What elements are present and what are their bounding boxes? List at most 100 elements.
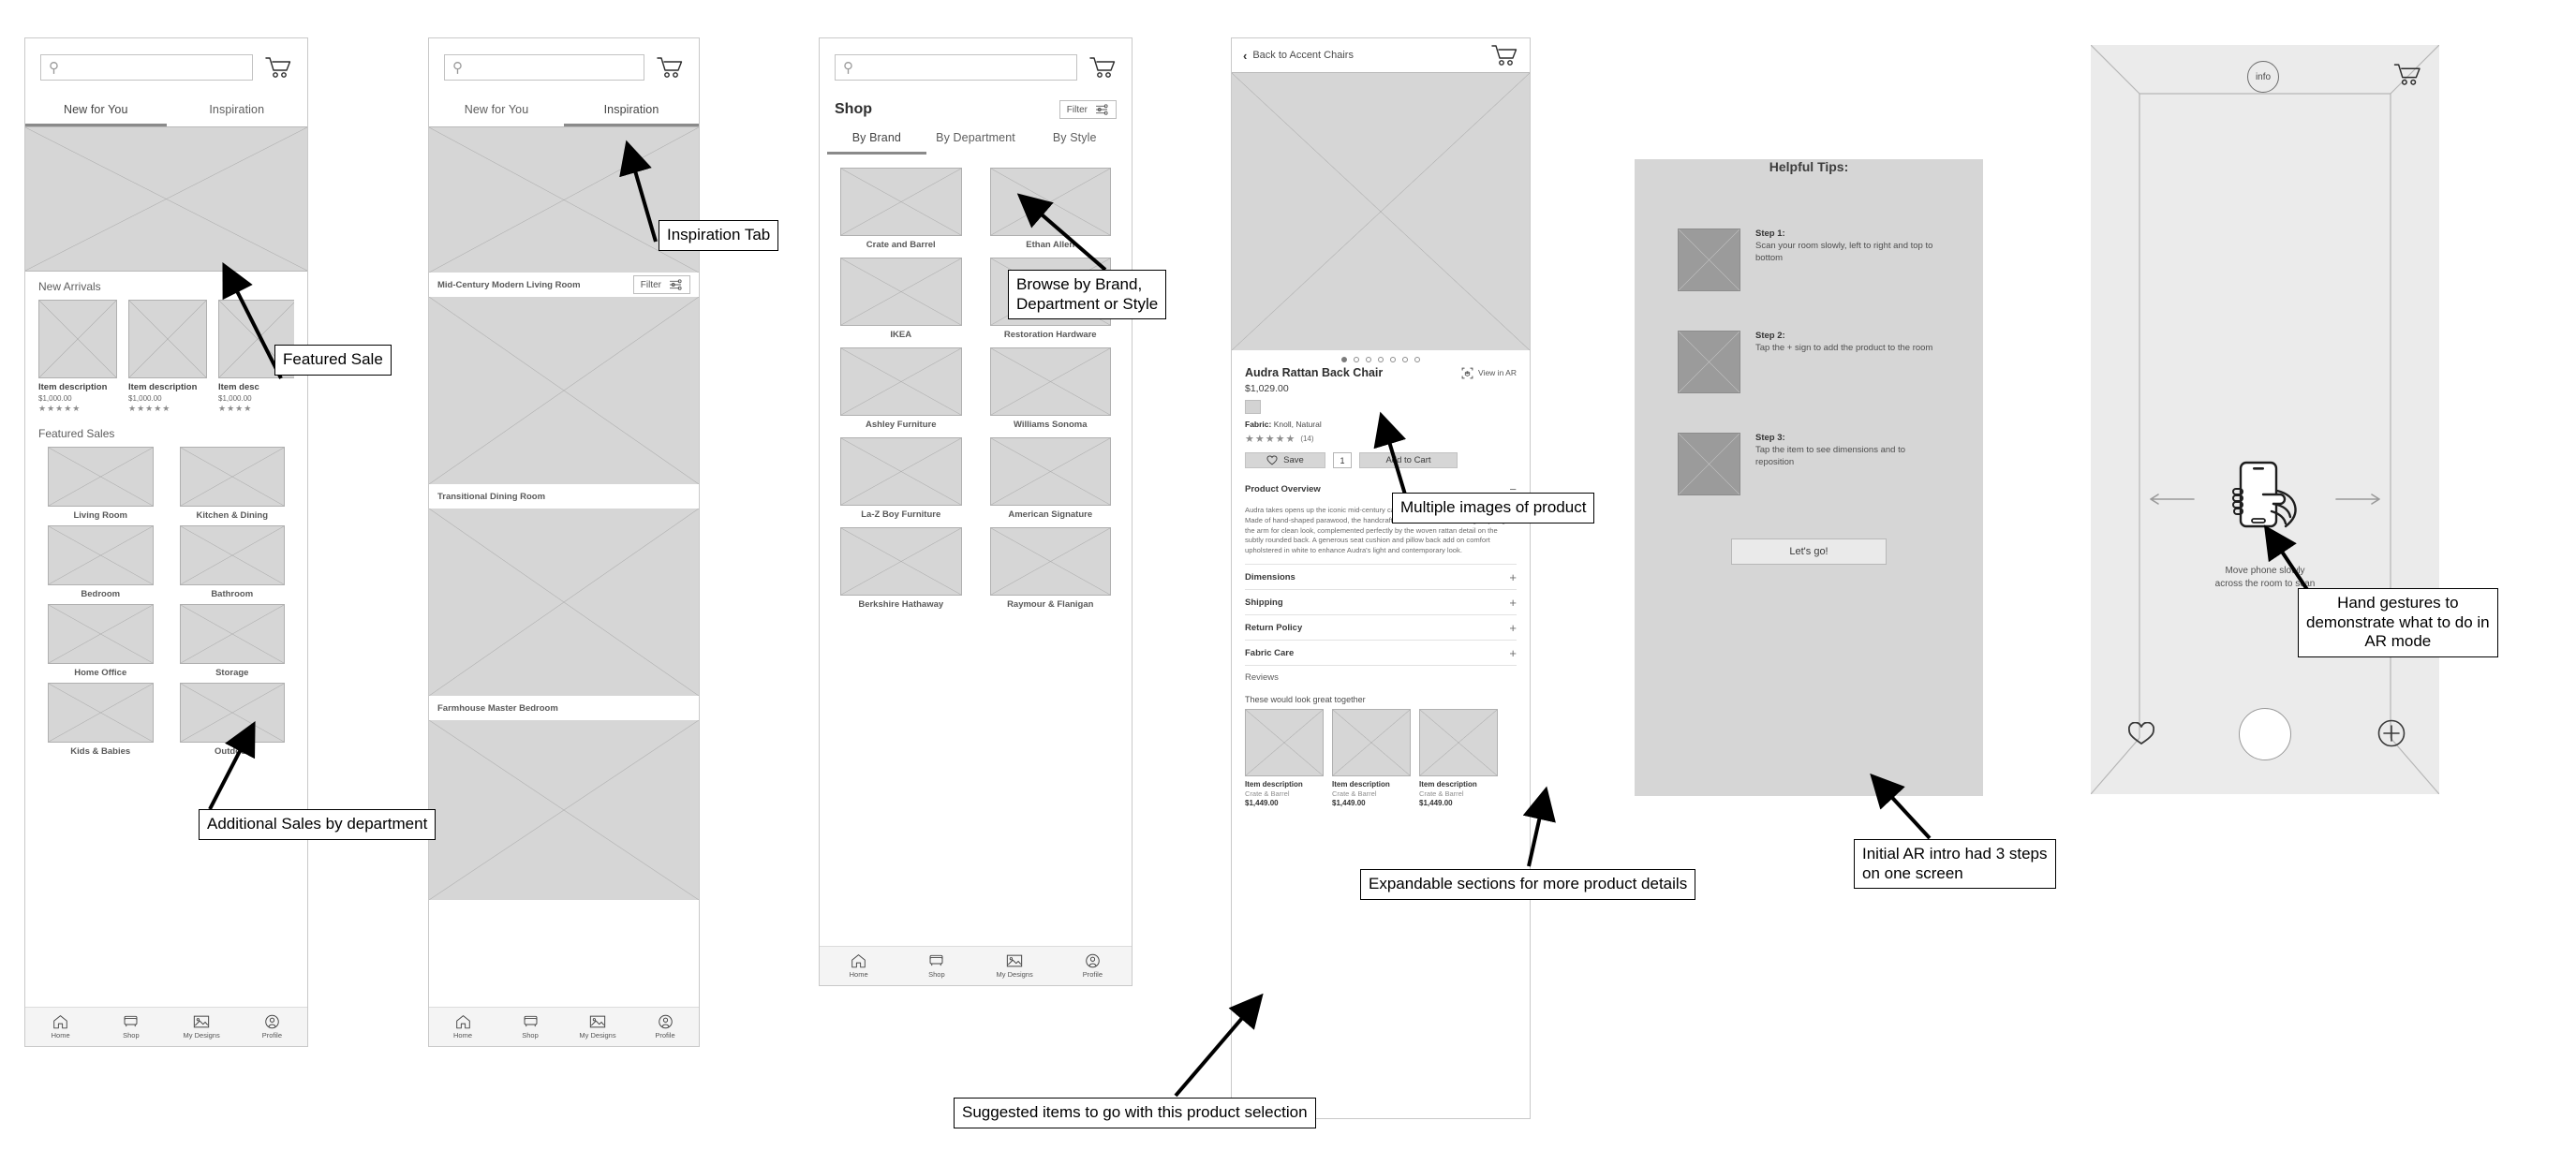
list-item[interactable]: Item description Crate & Barrel $1,449.0… bbox=[1245, 708, 1324, 807]
department-thumb[interactable] bbox=[179, 447, 285, 507]
info-button[interactable]: info bbox=[2247, 61, 2279, 93]
carousel-dot[interactable] bbox=[1378, 357, 1384, 362]
sidebar-item-profile[interactable]: Profile bbox=[237, 1014, 307, 1040]
cart-icon[interactable] bbox=[264, 55, 292, 80]
room-image-2[interactable] bbox=[429, 509, 699, 696]
plus-icon[interactable]: + bbox=[1509, 571, 1517, 583]
accordion-fabric-care[interactable]: Fabric Care + bbox=[1245, 639, 1517, 665]
carousel-dot[interactable] bbox=[1354, 357, 1359, 362]
product-thumb[interactable] bbox=[128, 300, 207, 378]
list-item[interactable]: Item description $1,000.00 ★★★★★ bbox=[38, 300, 117, 414]
list-item[interactable]: Item description $1,000.00 ★★★★★ bbox=[128, 300, 207, 414]
view-in-ar-button[interactable]: View in AR bbox=[1461, 367, 1517, 379]
tab-new-for-you[interactable]: New for You bbox=[25, 96, 167, 126]
department-tile[interactable]: Bedroom bbox=[48, 525, 154, 599]
accordion-shipping[interactable]: Shipping + bbox=[1245, 588, 1517, 614]
department-thumb[interactable] bbox=[179, 683, 285, 743]
sidebar-item-profile[interactable]: Profile bbox=[1054, 953, 1132, 979]
sidebar-item-shop[interactable]: Shop bbox=[897, 953, 975, 979]
brand-thumb[interactable] bbox=[840, 437, 962, 506]
plus-circle-icon[interactable] bbox=[2377, 719, 2406, 747]
lets-go-button[interactable]: Let's go! bbox=[1731, 538, 1887, 565]
carousel-dots[interactable] bbox=[1232, 350, 1530, 366]
sidebar-item-home[interactable]: Home bbox=[25, 1014, 96, 1040]
sidebar-item-shop[interactable]: Shop bbox=[96, 1014, 166, 1040]
search-input[interactable]: ⚲ bbox=[444, 54, 644, 81]
brand-thumb[interactable] bbox=[840, 258, 962, 326]
filter-button[interactable]: Filter bbox=[1059, 100, 1117, 119]
sidebar-item-my-designs[interactable]: My Designs bbox=[564, 1014, 631, 1040]
list-item[interactable]: Item description Crate & Barrel $1,449.0… bbox=[1419, 708, 1498, 807]
hero-featured-sale-image[interactable] bbox=[25, 126, 307, 272]
department-tile[interactable]: Storage bbox=[179, 604, 285, 678]
sidebar-item-my-designs[interactable]: My Designs bbox=[976, 953, 1054, 979]
brand-tile[interactable]: Crate and Barrel bbox=[840, 168, 962, 250]
product-hero-image[interactable] bbox=[1232, 72, 1530, 350]
quantity-stepper[interactable]: 1 bbox=[1333, 452, 1352, 468]
carousel-dot[interactable] bbox=[1341, 357, 1347, 362]
carousel-dot[interactable] bbox=[1390, 357, 1396, 362]
brand-thumb[interactable] bbox=[989, 527, 1111, 596]
suggested-thumb[interactable] bbox=[1245, 708, 1324, 776]
brand-tile[interactable]: Williams Sonoma bbox=[989, 347, 1111, 430]
accordion-return-policy[interactable]: Return Policy + bbox=[1245, 613, 1517, 640]
search-field[interactable] bbox=[853, 61, 1069, 74]
department-thumb[interactable] bbox=[179, 604, 285, 664]
search-input[interactable]: ⚲ bbox=[835, 54, 1077, 81]
search-field[interactable] bbox=[59, 61, 244, 74]
cart-icon[interactable] bbox=[1088, 55, 1117, 80]
sidebar-item-profile[interactable]: Profile bbox=[631, 1014, 699, 1040]
list-item[interactable]: Item description Crate & Barrel $1,449.0… bbox=[1332, 708, 1411, 807]
brand-tile[interactable]: Raymour & Flanigan bbox=[989, 527, 1111, 610]
product-thumb[interactable] bbox=[38, 300, 117, 378]
save-button[interactable]: Save bbox=[1245, 452, 1325, 468]
department-tile[interactable]: Living Room bbox=[48, 447, 154, 521]
color-swatch[interactable] bbox=[1245, 400, 1261, 414]
search-input[interactable]: ⚲ bbox=[40, 54, 253, 81]
filter-button[interactable]: Filter bbox=[632, 275, 690, 294]
brand-tile[interactable]: La-Z Boy Furniture bbox=[840, 437, 962, 520]
cart-icon[interactable] bbox=[1490, 43, 1518, 67]
plus-icon[interactable]: + bbox=[1509, 597, 1517, 609]
suggested-thumb[interactable] bbox=[1419, 708, 1498, 776]
suggested-thumb[interactable] bbox=[1332, 708, 1411, 776]
cart-icon[interactable] bbox=[656, 55, 684, 80]
brand-thumb[interactable] bbox=[840, 347, 962, 416]
add-to-cart-button[interactable]: Add to Cart bbox=[1359, 452, 1458, 468]
heart-icon[interactable] bbox=[2128, 722, 2154, 745]
department-tile[interactable]: Outdoor bbox=[179, 683, 285, 757]
sidebar-item-my-designs[interactable]: My Designs bbox=[167, 1014, 237, 1040]
brand-thumb[interactable] bbox=[989, 437, 1111, 506]
plus-icon[interactable]: + bbox=[1509, 647, 1517, 659]
carousel-dot[interactable] bbox=[1366, 357, 1371, 362]
brand-tile[interactable]: IKEA bbox=[840, 258, 962, 340]
tab-by-department[interactable]: By Department bbox=[926, 125, 1026, 155]
brand-thumb[interactable] bbox=[840, 168, 962, 236]
back-button[interactable]: ‹ Back to Accent Chairs bbox=[1243, 49, 1354, 63]
department-thumb[interactable] bbox=[48, 447, 154, 507]
room-image-3[interactable] bbox=[429, 720, 699, 900]
tab-new-for-you[interactable]: New for You bbox=[429, 96, 564, 126]
department-thumb[interactable] bbox=[48, 683, 154, 743]
shutter-button[interactable] bbox=[2239, 708, 2291, 760]
brand-thumb[interactable] bbox=[840, 527, 962, 596]
department-thumb[interactable] bbox=[179, 525, 285, 585]
department-tile[interactable]: Kitchen & Dining bbox=[179, 447, 285, 521]
cart-icon[interactable] bbox=[2392, 62, 2422, 87]
brand-tile[interactable]: Ashley Furniture bbox=[840, 347, 962, 430]
department-thumb[interactable] bbox=[48, 525, 154, 585]
carousel-dot[interactable] bbox=[1414, 357, 1420, 362]
brand-tile[interactable]: Berkshire Hathaway bbox=[840, 527, 962, 610]
sidebar-item-home[interactable]: Home bbox=[820, 953, 897, 979]
department-tile[interactable]: Bathroom bbox=[179, 525, 285, 599]
accordion-dimensions[interactable]: Dimensions + bbox=[1245, 563, 1517, 589]
ar-viewport[interactable]: info Move phone slowly across the room t… bbox=[2091, 45, 2439, 794]
room-image-1[interactable] bbox=[429, 297, 699, 484]
brand-thumb[interactable] bbox=[989, 168, 1111, 236]
brand-thumb[interactable] bbox=[989, 347, 1111, 416]
tab-by-style[interactable]: By Style bbox=[1025, 125, 1124, 155]
sidebar-item-shop[interactable]: Shop bbox=[496, 1014, 564, 1040]
tab-inspiration[interactable]: Inspiration bbox=[167, 96, 308, 126]
brand-tile[interactable]: American Signature bbox=[989, 437, 1111, 520]
plus-icon[interactable]: + bbox=[1509, 622, 1517, 634]
